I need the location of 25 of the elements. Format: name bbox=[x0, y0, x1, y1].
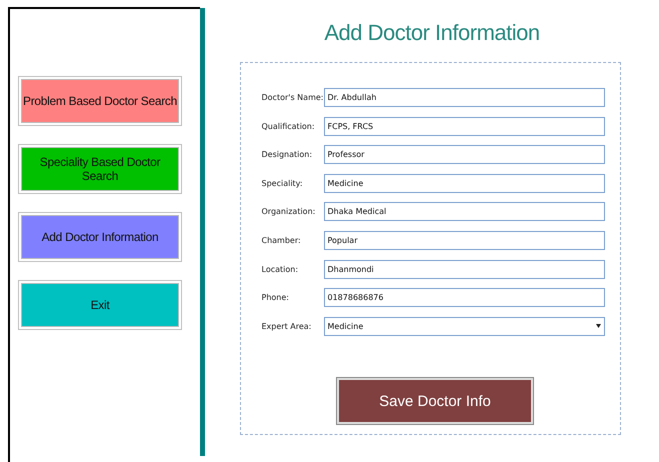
nav-button[interactable]: Speciality Based Doctor Search bbox=[19, 145, 181, 193]
dropdown-field[interactable]: Medicine bbox=[324, 316, 604, 336]
nav-button[interactable]: Add Doctor Information bbox=[19, 213, 181, 261]
save-button[interactable]: Save Doctor Info bbox=[337, 378, 533, 424]
input-field[interactable]: Dr. Abdullah bbox=[324, 88, 604, 107]
field-label: Designation: bbox=[262, 150, 314, 160]
input-field[interactable]: FCPS, FRCS bbox=[324, 116, 604, 136]
input-field[interactable]: Professor bbox=[324, 145, 604, 164]
field-label: Phone: bbox=[262, 293, 290, 302]
input-field[interactable]: Dhanmondi bbox=[324, 260, 604, 279]
field-label: Expert Area: bbox=[262, 322, 312, 331]
nav-button[interactable]: Exit bbox=[19, 281, 181, 329]
input-field[interactable]: 01878686876 bbox=[324, 288, 604, 308]
field-label: Speciality: bbox=[262, 178, 304, 188]
field-label: Location: bbox=[262, 264, 300, 274]
form-title: Add Doctor Information bbox=[324, 20, 540, 47]
input-field[interactable]: Popular bbox=[324, 230, 604, 250]
field-label: Doctor's Name: bbox=[262, 93, 324, 102]
field-label: Organization: bbox=[262, 207, 316, 216]
nav-button[interactable]: Problem Based Doctor Search bbox=[19, 77, 181, 125]
input-field[interactable]: Dhaka Medical bbox=[324, 202, 604, 222]
dropdown-arrow-icon[interactable] bbox=[596, 324, 600, 328]
field-label: Qualification: bbox=[262, 122, 316, 131]
input-field[interactable]: Medicine bbox=[324, 174, 604, 193]
field-label: Chamber: bbox=[262, 236, 302, 245]
